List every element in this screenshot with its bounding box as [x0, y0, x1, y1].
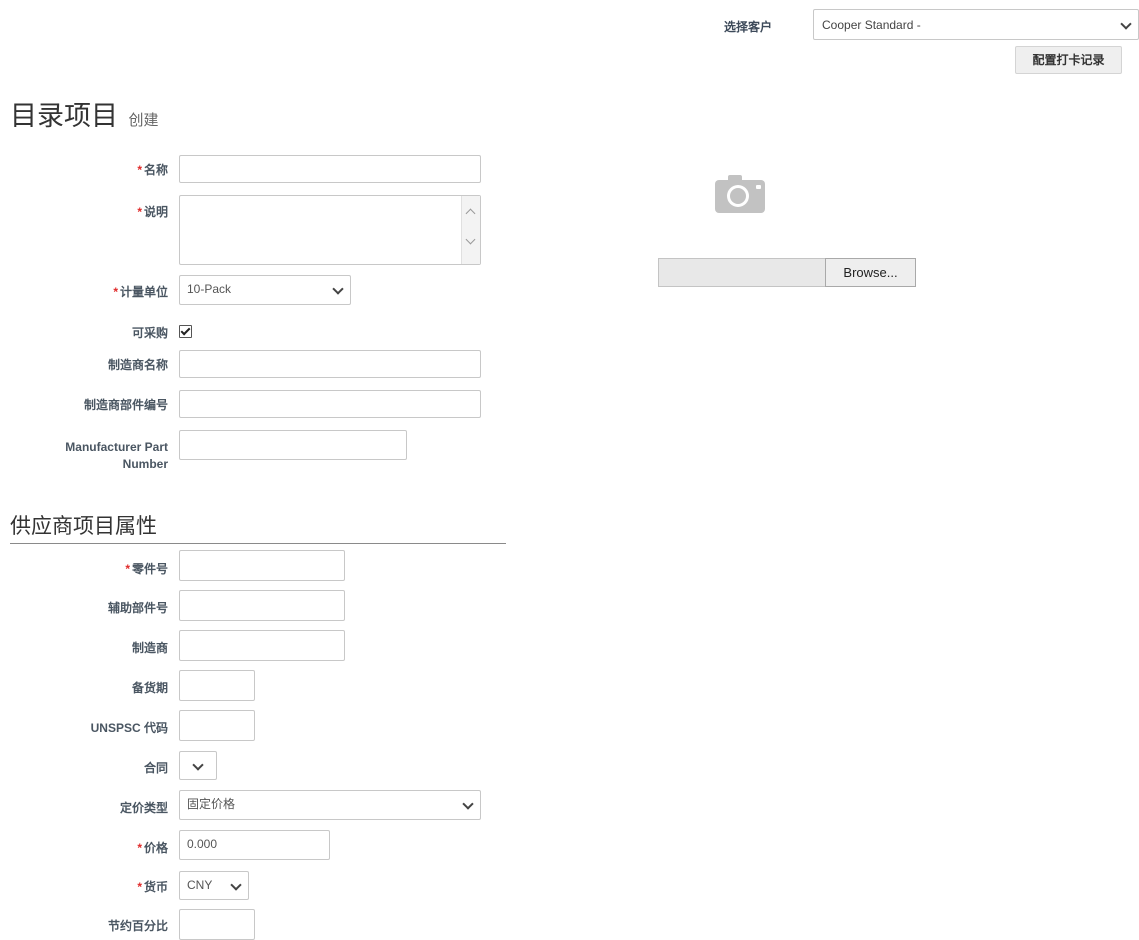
- uom-select-value: 10-Pack: [187, 282, 232, 296]
- customer-label: 选择客户: [724, 20, 773, 34]
- browse-button-label: Browse...: [843, 265, 898, 280]
- camera-icon: [714, 172, 766, 214]
- aux-part-label: 辅助部件号: [107, 601, 168, 615]
- page-title-group: 目录项目 创建: [10, 94, 158, 133]
- name-input[interactable]: [179, 155, 481, 183]
- supplier-section-title: 供应商项目属性: [10, 515, 157, 538]
- part-number-input[interactable]: [179, 550, 345, 581]
- aux-part-input[interactable]: [179, 590, 345, 621]
- currency-select[interactable]: CNY: [179, 871, 249, 900]
- manufacturer-part-cn-label: 制造商部件编号: [83, 398, 168, 412]
- manufacturer-part-cn-input[interactable]: [179, 390, 481, 418]
- browse-button[interactable]: Browse...: [825, 258, 916, 287]
- contract-label: 合同: [143, 761, 168, 775]
- manufacturer-part-en-label: Manufacturer Part Number: [65, 440, 168, 471]
- manufacturer-name-input[interactable]: [179, 350, 481, 378]
- chevron-down-icon: [192, 759, 204, 771]
- file-path-field[interactable]: [658, 258, 826, 287]
- scroll-up-icon[interactable]: [465, 208, 476, 219]
- description-textarea[interactable]: [179, 195, 481, 265]
- pricing-type-label: 定价类型: [119, 801, 168, 815]
- price-label: * 价格: [137, 841, 168, 855]
- pricing-type-value: 固定价格: [187, 797, 236, 811]
- manufacturer-input[interactable]: [179, 630, 345, 661]
- lead-time-input[interactable]: [179, 670, 255, 701]
- pricing-type-select[interactable]: 固定价格: [179, 790, 481, 820]
- scroll-down-icon[interactable]: [465, 234, 476, 245]
- chevron-down-icon: [230, 879, 242, 891]
- price-input[interactable]: 0.000: [179, 830, 330, 860]
- savings-label: 节约百分比: [107, 919, 168, 933]
- unspsc-input[interactable]: [179, 710, 255, 741]
- uom-label: * 计量单位: [113, 285, 168, 299]
- page-subtitle: 创建: [128, 112, 159, 129]
- part-number-label: * 零件号: [125, 562, 168, 576]
- purchasable-label: 可采购: [131, 326, 168, 340]
- purchasable-checkbox[interactable]: [179, 325, 192, 338]
- section-divider: [10, 543, 506, 544]
- page-title: 目录项目: [10, 101, 118, 131]
- chevron-down-icon: [1120, 18, 1132, 30]
- config-punchout-button[interactable]: 配置打卡记录: [1015, 46, 1122, 74]
- unspsc-label: UNSPSC 代码: [90, 721, 168, 735]
- name-label: * 名称: [137, 163, 168, 177]
- chevron-down-icon: [332, 283, 344, 295]
- manufacturer-name-label: 制造商名称: [107, 358, 168, 372]
- manufacturer-label: 制造商: [131, 641, 168, 655]
- customer-select-value: Cooper Standard -: [822, 18, 921, 32]
- currency-label: * 货币: [137, 880, 168, 894]
- uom-select[interactable]: 10-Pack: [179, 275, 351, 305]
- contract-select[interactable]: [179, 751, 217, 780]
- price-value: 0.000: [187, 837, 218, 851]
- customer-select[interactable]: Cooper Standard -: [813, 9, 1139, 40]
- chevron-down-icon: [462, 798, 474, 810]
- currency-value: CNY: [187, 878, 213, 892]
- config-punchout-button-label: 配置打卡记录: [1032, 53, 1105, 67]
- description-label: * 说明: [137, 205, 168, 219]
- textarea-scrollbar[interactable]: [461, 196, 480, 264]
- lead-time-label: 备货期: [131, 681, 168, 695]
- manufacturer-part-en-input[interactable]: [179, 430, 407, 460]
- checkmark-icon: [180, 325, 191, 336]
- savings-input[interactable]: [179, 909, 255, 940]
